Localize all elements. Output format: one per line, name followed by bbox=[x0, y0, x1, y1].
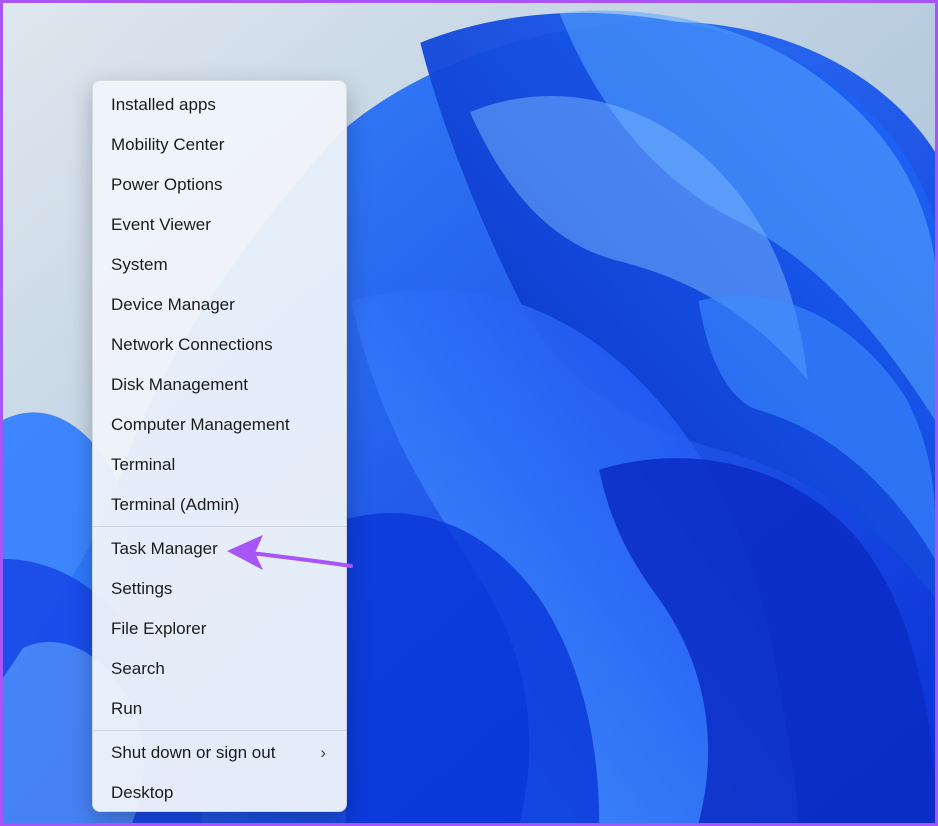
menu-item-search[interactable]: Search bbox=[93, 649, 346, 689]
menu-item-installed-apps[interactable]: Installed apps bbox=[93, 85, 346, 125]
menu-item-shut-down-or-sign-out[interactable]: Shut down or sign out › bbox=[93, 733, 346, 773]
menu-item-system[interactable]: System bbox=[93, 245, 346, 285]
menu-separator bbox=[93, 730, 346, 731]
menu-item-run[interactable]: Run bbox=[93, 689, 346, 729]
menu-item-event-viewer[interactable]: Event Viewer bbox=[93, 205, 346, 245]
menu-item-desktop[interactable]: Desktop bbox=[93, 773, 346, 813]
menu-item-terminal-admin[interactable]: Terminal (Admin) bbox=[93, 485, 346, 525]
menu-item-settings[interactable]: Settings bbox=[93, 569, 346, 609]
menu-item-mobility-center[interactable]: Mobility Center bbox=[93, 125, 346, 165]
context-menu: Installed apps Mobility Center Power Opt… bbox=[92, 80, 347, 812]
menu-group-power: Shut down or sign out › Desktop bbox=[93, 733, 346, 813]
menu-item-computer-management[interactable]: Computer Management bbox=[93, 405, 346, 445]
menu-group-apps: Task Manager Settings File Explorer Sear… bbox=[93, 529, 346, 729]
menu-item-power-options[interactable]: Power Options bbox=[93, 165, 346, 205]
menu-item-label: Shut down or sign out bbox=[111, 743, 276, 762]
menu-item-task-manager[interactable]: Task Manager bbox=[93, 529, 346, 569]
menu-item-device-manager[interactable]: Device Manager bbox=[93, 285, 346, 325]
screenshot-frame: Installed apps Mobility Center Power Opt… bbox=[0, 0, 938, 826]
chevron-right-icon: › bbox=[320, 743, 326, 762]
menu-group-system-tools: Installed apps Mobility Center Power Opt… bbox=[93, 85, 346, 525]
menu-separator bbox=[93, 526, 346, 527]
menu-item-terminal[interactable]: Terminal bbox=[93, 445, 346, 485]
menu-item-file-explorer[interactable]: File Explorer bbox=[93, 609, 346, 649]
menu-item-network-connections[interactable]: Network Connections bbox=[93, 325, 346, 365]
menu-item-disk-management[interactable]: Disk Management bbox=[93, 365, 346, 405]
